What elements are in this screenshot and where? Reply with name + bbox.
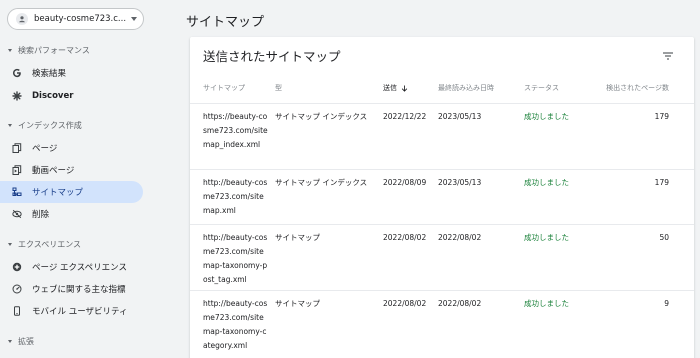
sort-arrow-down-icon (401, 84, 408, 92)
sidebar-item-pages[interactable]: ページ (0, 137, 143, 159)
column-header-type[interactable]: 型 (275, 83, 282, 93)
discovered-count: 179 (654, 112, 669, 121)
pages-icon (12, 143, 22, 153)
section-enhancements[interactable]: 拡張 (8, 335, 34, 347)
sidebar-item-page-experience[interactable]: ページ エクスペリエンス (0, 256, 143, 278)
column-header-status[interactable]: ステータス (524, 83, 559, 93)
discovered-count: 9 (664, 299, 669, 308)
submitted-date: 2022/12/22 (383, 112, 427, 121)
chevron-down-icon (131, 17, 137, 21)
section-label: インデックス作成 (18, 120, 82, 130)
section-label: 拡張 (18, 336, 34, 346)
table-row[interactable]: http://beauty-cosme723.com/sitemap.xml サ… (190, 169, 694, 224)
sidebar-item-mobile-usability[interactable]: モバイル ユーザビリティ (0, 300, 143, 322)
sidebar-item-search-results[interactable]: 検索結果 (0, 62, 143, 84)
sidebar-item-label: ページ (32, 144, 58, 154)
sidebar-item-web-vitals[interactable]: ウェブに関する主な指標 (0, 278, 143, 300)
sidebar-item-discover[interactable]: Discover (0, 85, 143, 107)
sidebar-item-removals[interactable]: 削除 (0, 203, 143, 225)
status-text: 成功しました (524, 112, 569, 121)
section-experience[interactable]: エクスペリエンス (8, 238, 81, 250)
sitemaps-card: 送信されたサイトマップ サイトマップ 型 送信 最終読み込み日時 ステータス 検… (190, 37, 694, 358)
collapse-icon (8, 123, 12, 127)
sitemap-url: https://beauty-cosme723.com/sitemap_inde… (203, 112, 268, 149)
last-read-date: 2023/05/13 (438, 112, 482, 121)
collapse-icon (8, 48, 12, 52)
sitemap-type: サイトマップ インデックス (275, 112, 368, 121)
removals-icon (12, 209, 22, 219)
asterisk-icon (12, 91, 22, 101)
submitted-date: 2022/08/09 (383, 178, 427, 187)
filter-icon[interactable] (662, 47, 674, 60)
sidebar-item-label: 動画ページ (32, 166, 75, 176)
last-read-date: 2022/08/02 (438, 299, 482, 308)
table-row[interactable]: http://beauty-cosme723.com/sitemap-taxon… (190, 290, 694, 356)
table-row[interactable]: https://beauty-cosme723.com/sitemap_inde… (190, 103, 694, 169)
sidebar-item-label: サイトマップ (32, 188, 84, 198)
table-row[interactable]: http://beauty-cosme723.com/sitemap-taxon… (190, 224, 694, 290)
collapse-icon (8, 339, 12, 343)
discovered-count: 179 (654, 178, 669, 187)
column-header-last-read[interactable]: 最終読み込み日時 (438, 83, 494, 93)
sidebar-item-video-pages[interactable]: 動画ページ (0, 159, 143, 181)
submitted-date: 2022/08/02 (383, 299, 427, 308)
sitemap-url: http://beauty-cosme723.com/sitemap.xml (203, 178, 268, 215)
mobile-icon (12, 306, 22, 316)
status-text: 成功しました (524, 233, 569, 242)
submitted-date: 2022/08/02 (383, 233, 427, 242)
sidebar-item-label: ウェブに関する主な指標 (32, 285, 126, 295)
column-header-discovered[interactable]: 検出されたページ数 (606, 83, 669, 93)
collapse-icon (8, 242, 12, 246)
property-selector[interactable]: beauty-cosme723.c... (7, 8, 144, 30)
sidebar-item-label: 削除 (32, 210, 50, 220)
sidebar-item-label: ページ エクスペリエンス (32, 263, 128, 273)
section-label: 検索パフォーマンス (18, 45, 90, 55)
sitemap-type: サイトマップ (275, 299, 320, 308)
sidebar-item-label: 検索結果 (32, 69, 67, 79)
column-header-submitted[interactable]: 送信 (383, 83, 408, 93)
discovered-count: 50 (659, 233, 669, 242)
sidebar-item-label: Discover (32, 91, 74, 101)
property-name: beauty-cosme723.c... (34, 14, 127, 24)
column-header-sitemap[interactable]: サイトマップ (203, 83, 245, 93)
sitemap-url: http://beauty-cosme723.com/sitemap-taxon… (203, 299, 268, 350)
sidebar-item-sitemaps[interactable]: サイトマップ (0, 181, 143, 203)
sidebar-item-label: モバイル ユーザビリティ (32, 307, 128, 317)
status-text: 成功しました (524, 178, 569, 187)
section-performance[interactable]: 検索パフォーマンス (8, 44, 90, 56)
sitemap-type: サイトマップ インデックス (275, 178, 368, 187)
section-indexing[interactable]: インデックス作成 (8, 119, 82, 131)
sitemap-type: サイトマップ (275, 233, 320, 242)
sitemap-icon (12, 187, 22, 197)
column-header-label: 送信 (383, 84, 397, 92)
last-read-date: 2022/08/02 (438, 233, 482, 242)
user-icon (16, 13, 28, 25)
card-title: 送信されたサイトマップ (203, 49, 341, 64)
google-g-icon (12, 68, 22, 78)
sitemap-url: http://beauty-cosme723.com/sitemap-taxon… (203, 233, 268, 284)
last-read-date: 2023/05/13 (438, 178, 482, 187)
status-text: 成功しました (524, 299, 569, 308)
section-label: エクスペリエンス (18, 239, 82, 249)
page-title: サイトマップ (186, 15, 265, 30)
web-vitals-icon (12, 284, 22, 294)
video-pages-icon (12, 165, 22, 175)
sidebar: beauty-cosme723.c... 検索パフォーマンス 検索結果 Disc… (0, 0, 158, 358)
page-experience-icon (12, 262, 22, 272)
